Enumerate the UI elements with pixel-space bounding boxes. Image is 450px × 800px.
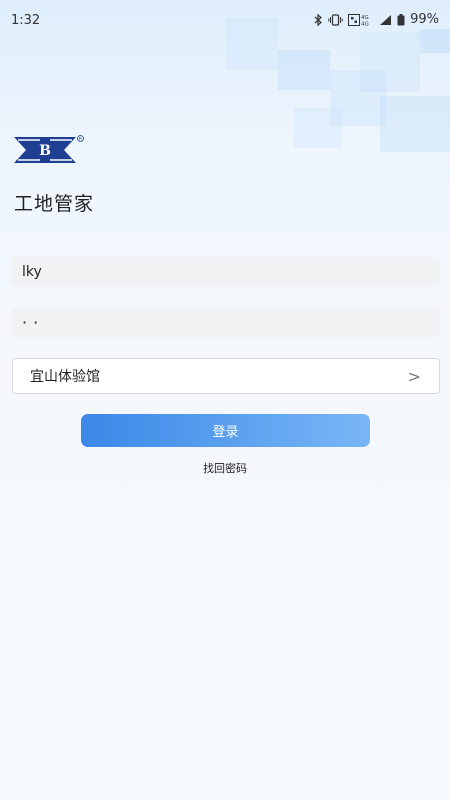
svg-text:4G: 4G (361, 15, 369, 21)
password-field[interactable] (12, 307, 440, 337)
login-button[interactable]: 登录 (81, 414, 370, 447)
bluetooth-icon (314, 13, 323, 26)
site-selector[interactable]: 宜山体验馆 > (12, 358, 440, 394)
username-field[interactable] (12, 257, 440, 287)
forgot-password-link[interactable]: 找回密码 (0, 460, 450, 476)
status-time: 1:32 (11, 13, 41, 28)
decorative-square (278, 50, 330, 90)
battery-level: 99% (410, 12, 439, 27)
svg-text:R: R (79, 136, 82, 142)
vibrate-icon (328, 13, 343, 26)
signal-icon (380, 14, 392, 25)
brand-logo: B R (14, 135, 84, 163)
app-title: 工地管家 (14, 193, 95, 215)
username-input[interactable] (12, 257, 440, 287)
decorative-square (380, 96, 450, 152)
site-selector-label: 宜山体验馆 (30, 369, 100, 385)
status-bar: 1:32 4G 4G 99% (0, 0, 450, 40)
svg-text:4G: 4G (361, 21, 369, 26)
decorative-square (294, 108, 342, 148)
logo-letter: B (39, 143, 51, 159)
network-icon: 4G 4G (348, 13, 369, 26)
battery-icon (397, 13, 405, 25)
password-input[interactable] (12, 307, 440, 337)
status-icons: 4G 4G 99% (314, 12, 439, 27)
chevron-right-icon: > (407, 366, 421, 386)
